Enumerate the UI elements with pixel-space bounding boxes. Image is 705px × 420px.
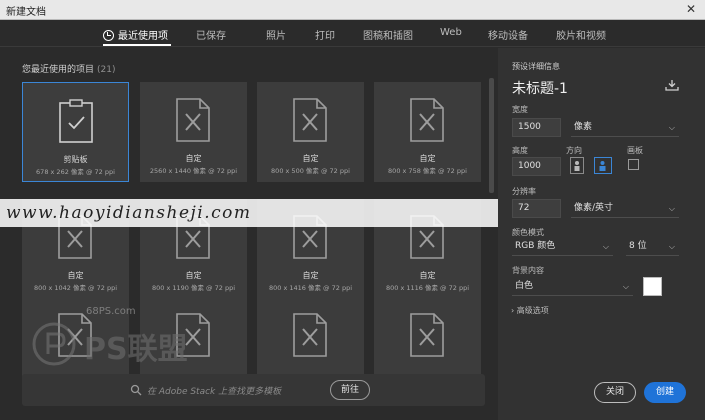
recent-title-text: 您最近使用的项目 xyxy=(22,65,95,75)
artboard-label: 画板 xyxy=(627,146,643,155)
preset-dimensions: 678 x 262 像素 @ 72 ppi xyxy=(36,168,115,176)
preset-dimensions: 800 x 1042 像素 @ 72 ppi xyxy=(33,284,118,292)
close-button[interactable]: 关闭 xyxy=(594,382,636,403)
preset-card[interactable]: 自定 800 x 758 像素 @ 72 ppi xyxy=(374,82,481,182)
category-tabs: 最近使用项 已保存 照片 打印 图稿和插图 Web 移动设备 胶片和视频 xyxy=(0,20,705,47)
preset-name: 自定 xyxy=(185,271,202,280)
background-label: 背景内容 xyxy=(512,266,544,275)
resolution-input[interactable]: 72 xyxy=(512,199,561,218)
preset-details-title: 预设详细信息 xyxy=(512,62,560,71)
watermark-site: 68PS.com xyxy=(86,306,136,317)
tab-film-video[interactable]: 胶片和视频 xyxy=(556,27,606,42)
color-mode-select[interactable]: RGB 颜色 ⌵ xyxy=(512,237,613,256)
recent-section-title: 您最近使用的项目 (21) xyxy=(22,62,116,75)
save-preset-icon[interactable] xyxy=(665,79,679,91)
tab-label: 最近使用项 xyxy=(118,31,168,42)
clock-icon xyxy=(103,30,114,41)
brand-logo: 68PS.com PS联盟 xyxy=(30,306,200,374)
preset-dimensions: 800 x 500 像素 @ 72 ppi xyxy=(271,167,350,175)
orientation-label: 方向 xyxy=(566,146,582,155)
preset-dimensions: 800 x 1190 像素 @ 72 ppi xyxy=(151,284,236,292)
width-unit-select[interactable]: 像素 ⌵ xyxy=(571,118,679,137)
preset-dimensions: 800 x 1416 像素 @ 72 ppi xyxy=(268,284,353,292)
advanced-options-toggle[interactable]: › 高级选项 xyxy=(511,305,549,316)
background-value: 白色 xyxy=(515,281,534,291)
width-input[interactable]: 1500 xyxy=(512,118,561,137)
preset-name: 自定 xyxy=(302,271,319,280)
tab-recent[interactable]: 最近使用项 xyxy=(103,27,168,42)
window-titlebar: 新建文档 ✕ xyxy=(0,0,705,20)
artboard-checkbox[interactable] xyxy=(628,159,639,170)
resolution-unit-value: 像素/英寸 xyxy=(574,203,614,213)
tab-mobile[interactable]: 移动设备 xyxy=(488,27,528,42)
document-name-input[interactable]: 未标题-1 xyxy=(512,78,568,98)
height-label: 高度 xyxy=(512,146,528,155)
tab-photo[interactable]: 照片 xyxy=(266,27,286,42)
stock-search-input[interactable]: 在 Adobe Stack 上查找更多模板 xyxy=(147,384,281,397)
width-unit-value: 像素 xyxy=(574,122,593,132)
preset-card[interactable]: 剪贴板 678 x 262 像素 @ 72 ppi xyxy=(22,82,129,182)
chevron-right-icon: › xyxy=(511,306,515,315)
chevron-down-icon: ⌵ xyxy=(668,204,675,213)
preset-name: 自定 xyxy=(185,154,202,163)
bit-depth-value: 8 位 xyxy=(629,241,647,251)
create-button[interactable]: 创建 xyxy=(644,382,686,403)
height-input[interactable]: 1000 xyxy=(512,157,561,176)
go-button[interactable]: 前往 xyxy=(330,380,370,400)
recent-count: (21) xyxy=(97,65,116,75)
landscape-orientation-icon[interactable] xyxy=(594,157,612,174)
tab-saved[interactable]: 已保存 xyxy=(196,27,226,42)
resolution-label: 分辨率 xyxy=(512,187,536,196)
background-color-swatch[interactable] xyxy=(643,277,662,296)
window-title: 新建文档 xyxy=(6,7,46,18)
stock-search-bar: 在 Adobe Stack 上查找更多模板 前往 xyxy=(22,374,485,406)
background-select[interactable]: 白色 ⌵ xyxy=(512,277,633,296)
tab-web[interactable]: Web xyxy=(440,27,462,38)
active-tab-indicator xyxy=(103,44,171,46)
preset-name: 自定 xyxy=(67,271,84,280)
preset-dimensions: 800 x 1116 像素 @ 72 ppi xyxy=(385,284,470,292)
color-mode-value: RGB 颜色 xyxy=(515,241,556,251)
portrait-orientation-icon[interactable] xyxy=(570,157,584,174)
chevron-down-icon: ⌵ xyxy=(622,282,629,291)
preset-name: 自定 xyxy=(419,154,436,163)
bit-depth-select[interactable]: 8 位 ⌵ xyxy=(626,237,679,256)
chevron-down-icon: ⌵ xyxy=(602,242,609,251)
scrollbar[interactable] xyxy=(489,78,494,193)
preset-card[interactable]: 自定 800 x 500 像素 @ 72 ppi xyxy=(257,82,364,182)
preset-dimensions: 2560 x 1440 像素 @ 72 ppi xyxy=(149,167,238,175)
resolution-unit-select[interactable]: 像素/英寸 ⌵ xyxy=(571,199,679,218)
preset-card[interactable]: 自定 2560 x 1440 像素 @ 72 ppi xyxy=(140,82,247,182)
advanced-options-label: 高级选项 xyxy=(516,306,549,315)
preset-name: 自定 xyxy=(419,271,436,280)
chevron-down-icon: ⌵ xyxy=(668,123,675,132)
preset-name: 自定 xyxy=(302,154,319,163)
chevron-down-icon: ⌵ xyxy=(668,242,675,251)
tab-print[interactable]: 打印 xyxy=(315,27,335,42)
tab-art-illustration[interactable]: 图稿和插图 xyxy=(363,27,413,42)
width-label: 宽度 xyxy=(512,105,528,114)
close-window-button[interactable]: ✕ xyxy=(681,2,701,17)
preset-name: 剪贴板 xyxy=(63,155,88,164)
watermark-banner: www.haoyidiansheji.com xyxy=(0,199,498,227)
watermark-brand: PS联盟 xyxy=(84,332,188,367)
preset-dimensions: 800 x 758 像素 @ 72 ppi xyxy=(388,167,467,175)
search-icon xyxy=(130,384,142,396)
